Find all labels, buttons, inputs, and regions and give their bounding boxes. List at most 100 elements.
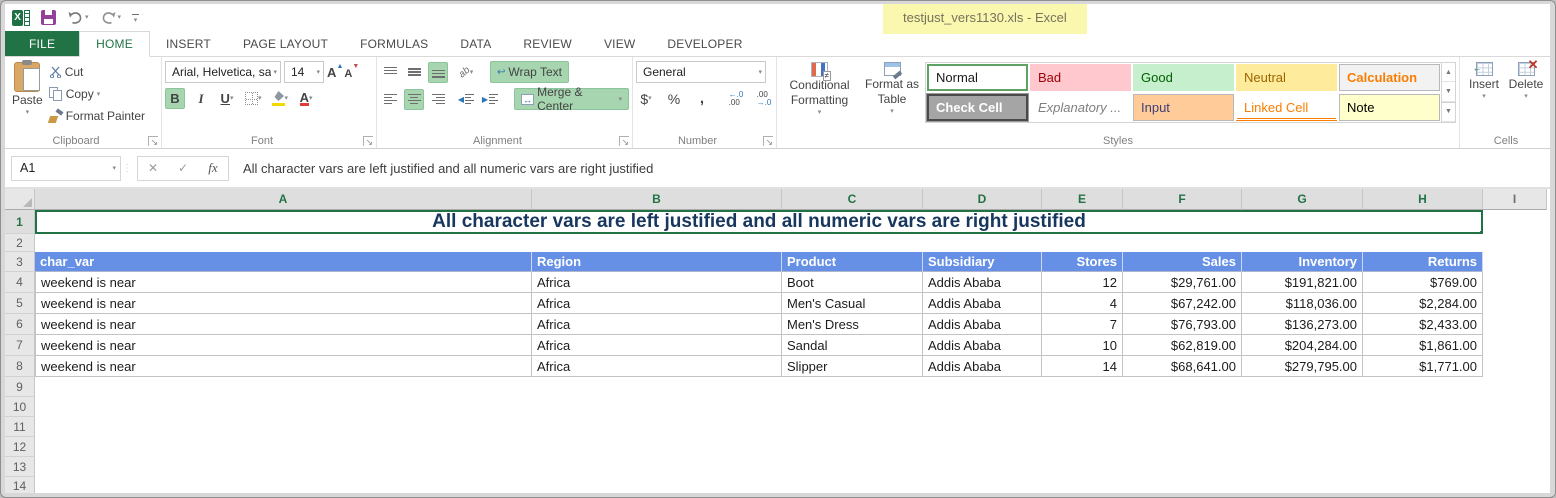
tab-data[interactable]: DATA bbox=[444, 31, 507, 56]
cut-button[interactable]: Cut bbox=[47, 61, 147, 83]
style-good[interactable]: Good bbox=[1133, 64, 1234, 91]
cell-header-subsidiary[interactable]: Subsidiary bbox=[923, 252, 1042, 272]
tab-home[interactable]: HOME bbox=[79, 31, 150, 57]
style-bad[interactable]: Bad bbox=[1030, 64, 1131, 91]
row-header-7[interactable]: 7 bbox=[5, 335, 35, 356]
cell-C6[interactable]: Men's Dress bbox=[782, 314, 923, 335]
column-header-B[interactable]: B bbox=[532, 189, 782, 210]
column-header-G[interactable]: G bbox=[1242, 189, 1363, 210]
cell-B6[interactable]: Africa bbox=[532, 314, 782, 335]
cell-F8[interactable]: $68,641.00 bbox=[1123, 356, 1242, 377]
column-header-F[interactable]: F bbox=[1123, 189, 1242, 210]
percent-style-button[interactable]: % bbox=[664, 88, 684, 109]
row-header-11[interactable]: 11 bbox=[5, 417, 35, 437]
cell-header-product[interactable]: Product bbox=[782, 252, 923, 272]
save-icon[interactable] bbox=[41, 10, 56, 25]
column-header-D[interactable]: D bbox=[923, 189, 1042, 210]
align-right-button[interactable] bbox=[428, 89, 448, 110]
cell-F4[interactable]: $29,761.00 bbox=[1123, 272, 1242, 293]
row-header-13[interactable]: 13 bbox=[5, 457, 35, 477]
gallery-scroll-down-icon[interactable]: ▼ bbox=[1442, 82, 1455, 102]
decrease-font-size-button[interactable]: A ▼ bbox=[344, 63, 359, 80]
cell-A6[interactable]: weekend is near bbox=[35, 314, 532, 335]
cell-G8[interactable]: $279,795.00 bbox=[1242, 356, 1363, 377]
gallery-scroll-up-icon[interactable]: ▲ bbox=[1442, 63, 1455, 83]
select-all-corner[interactable] bbox=[5, 189, 35, 210]
font-color-button[interactable]: A ▾ bbox=[296, 88, 316, 109]
merge-center-dropdown-icon[interactable]: ▾ bbox=[618, 96, 622, 103]
accounting-format-button[interactable]: $ ▾ bbox=[636, 88, 656, 109]
undo-dropdown-icon[interactable]: ▾ bbox=[85, 14, 89, 21]
clipboard-dialog-launcher-icon[interactable]: ↘ bbox=[148, 136, 158, 147]
wrap-text-button[interactable]: ↩ Wrap Text bbox=[490, 61, 569, 83]
copy-button[interactable]: Copy ▾ bbox=[47, 83, 147, 105]
cell-header-inventory[interactable]: Inventory bbox=[1242, 252, 1363, 272]
fill-color-dropdown-icon[interactable]: ▾ bbox=[285, 95, 289, 102]
cell-G5[interactable]: $118,036.00 bbox=[1242, 293, 1363, 314]
row-header-10[interactable]: 10 bbox=[5, 397, 35, 417]
number-dialog-launcher-icon[interactable]: ↘ bbox=[763, 136, 773, 147]
empty-row-area-10[interactable] bbox=[35, 397, 1547, 417]
empty-row-area-11[interactable] bbox=[35, 417, 1547, 437]
tab-page-layout[interactable]: PAGE LAYOUT bbox=[227, 31, 344, 56]
style-explanatory-[interactable]: Explanatory ... bbox=[1030, 94, 1131, 121]
tab-file[interactable]: FILE bbox=[5, 31, 80, 56]
empty-row-area-2[interactable] bbox=[35, 234, 1547, 252]
number-format-select[interactable]: General ▾ bbox=[636, 61, 766, 83]
row-header-2[interactable]: 2 bbox=[5, 234, 35, 252]
row-header-3[interactable]: 3 bbox=[5, 252, 35, 272]
comma-style-button[interactable]: , bbox=[692, 88, 712, 109]
row-header-8[interactable]: 8 bbox=[5, 356, 35, 377]
name-box-dropdown-icon[interactable]: ▾ bbox=[112, 165, 116, 172]
delete-button[interactable]: ✕ Delete ▾ bbox=[1505, 58, 1547, 103]
row-header-9[interactable]: 9 bbox=[5, 377, 35, 397]
cell-E6[interactable]: 7 bbox=[1042, 314, 1123, 335]
font-size-select[interactable]: 14 ▾ bbox=[284, 61, 324, 83]
borders-dropdown-icon[interactable]: ▾ bbox=[258, 95, 262, 102]
column-header-C[interactable]: C bbox=[782, 189, 923, 210]
style-input[interactable]: Input bbox=[1133, 94, 1234, 121]
font-dialog-launcher-icon[interactable]: ↘ bbox=[363, 136, 373, 147]
excel-app-icon[interactable]: X bbox=[12, 9, 30, 26]
style-normal[interactable]: Normal bbox=[927, 64, 1028, 91]
cell-C8[interactable]: Slipper bbox=[782, 356, 923, 377]
decrease-indent-button[interactable]: ◀ bbox=[456, 89, 476, 110]
cell-A4[interactable]: weekend is near bbox=[35, 272, 532, 293]
cell-F7[interactable]: $62,819.00 bbox=[1123, 335, 1242, 356]
cell-B5[interactable]: Africa bbox=[532, 293, 782, 314]
formula-bar-content[interactable]: All character vars are left justified an… bbox=[243, 161, 653, 176]
cell-G4[interactable]: $191,821.00 bbox=[1242, 272, 1363, 293]
cell-H7[interactable]: $1,861.00 bbox=[1363, 335, 1483, 356]
empty-row-area-13[interactable] bbox=[35, 457, 1547, 477]
undo-button[interactable]: ▾ bbox=[67, 11, 89, 25]
column-header-E[interactable]: E bbox=[1042, 189, 1123, 210]
cell-G7[interactable]: $204,284.00 bbox=[1242, 335, 1363, 356]
cell-D4[interactable]: Addis Ababa bbox=[923, 272, 1042, 293]
cell-C7[interactable]: Sandal bbox=[782, 335, 923, 356]
style-note[interactable]: Note bbox=[1339, 94, 1440, 121]
copy-dropdown-icon[interactable]: ▾ bbox=[97, 91, 101, 98]
format-as-table-button[interactable]: Format as Table ▾ bbox=[859, 59, 925, 118]
conditional-formatting-button[interactable]: Conditional Formatting ▾ bbox=[780, 59, 859, 119]
cell-C4[interactable]: Boot bbox=[782, 272, 923, 293]
cell-E7[interactable]: 10 bbox=[1042, 335, 1123, 356]
cell-A1-merged-title[interactable]: All character vars are left justified an… bbox=[35, 210, 1483, 234]
insert-function-button[interactable]: fx bbox=[198, 160, 228, 176]
tab-developer[interactable]: DEVELOPER bbox=[651, 31, 758, 56]
empty-row-area-9[interactable] bbox=[35, 377, 1547, 397]
cell-A8[interactable]: weekend is near bbox=[35, 356, 532, 377]
selection-fill-handle[interactable] bbox=[1479, 230, 1481, 232]
cell-header-region[interactable]: Region bbox=[532, 252, 782, 272]
increase-font-size-button[interactable]: A ▲ bbox=[327, 63, 343, 80]
tab-view[interactable]: VIEW bbox=[588, 31, 651, 56]
top-align-button[interactable] bbox=[380, 62, 400, 83]
increase-indent-button[interactable]: ▶ bbox=[480, 89, 500, 110]
empty-row-area-12[interactable] bbox=[35, 437, 1547, 457]
row-header-4[interactable]: 4 bbox=[5, 272, 35, 293]
underline-dropdown-icon[interactable]: ▾ bbox=[230, 95, 234, 102]
bold-button[interactable]: B bbox=[165, 88, 185, 109]
redo-button[interactable]: ▾ bbox=[100, 11, 121, 25]
style-neutral[interactable]: Neutral bbox=[1236, 64, 1337, 91]
underline-button[interactable]: U ▾ bbox=[217, 88, 237, 109]
cell-C5[interactable]: Men's Casual bbox=[782, 293, 923, 314]
